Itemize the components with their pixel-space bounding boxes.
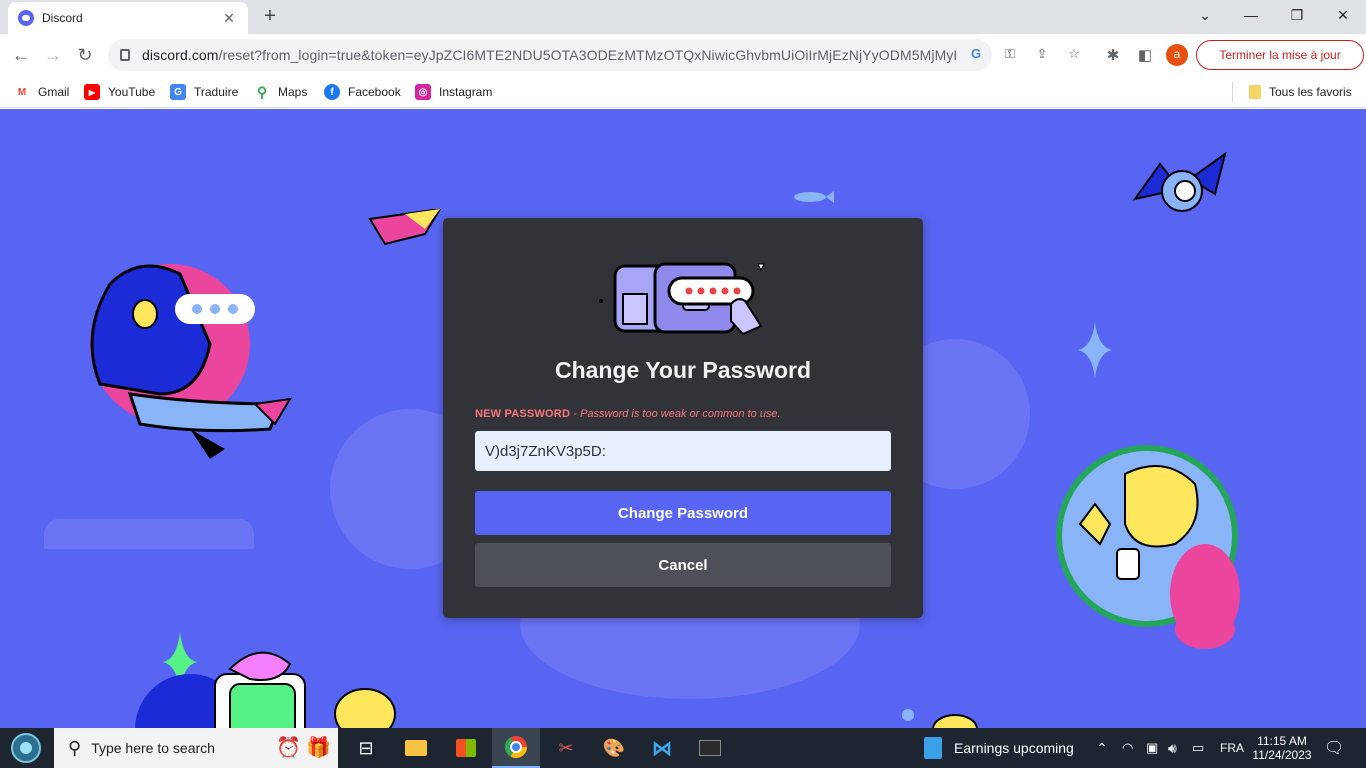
url-text[interactable]: discord.com/reset?from_login=true&token=… xyxy=(142,47,958,63)
bat-creature-illustration xyxy=(1132,151,1227,212)
lock-icon[interactable] xyxy=(120,49,130,61)
chrome-icon xyxy=(505,736,527,758)
chrome-taskbar-icon[interactable] xyxy=(492,728,540,768)
tab-discord[interactable]: Discord ✕ xyxy=(8,2,248,34)
volume-icon[interactable]: 🔊︎ xyxy=(1168,728,1177,768)
bottom-yellow-creature xyxy=(902,709,978,728)
browser-toolbar: ← → ↻ discord.com/reset?from_login=true&… xyxy=(0,34,1366,76)
microsoft-store-icon[interactable] xyxy=(442,728,490,768)
reload-icon[interactable]: ↻ xyxy=(72,42,98,68)
bookmark-gmail[interactable]: M Gmail xyxy=(14,82,69,102)
browser-chrome: Discord ✕ + ⌄ — ❐ ✕ ← → ↻ discord.com/re… xyxy=(0,0,1366,108)
profile-avatar[interactable]: a xyxy=(1166,44,1188,66)
new-tab-button[interactable]: + xyxy=(258,4,282,28)
vscode-icon[interactable]: ⋈ xyxy=(638,728,686,768)
bookmark-label: Tous les favoris xyxy=(1269,85,1352,99)
task-view-icon[interactable]: ⊟ xyxy=(342,728,390,768)
language-indicator[interactable]: FRA xyxy=(1220,728,1244,768)
minimize-button[interactable]: — xyxy=(1228,0,1274,32)
field-label-text: NEW PASSWORD xyxy=(475,408,571,420)
taskbar-search-box[interactable]: ⚲ Type here to search ⏰ 🎁 xyxy=(54,728,338,768)
tab-title: Discord xyxy=(42,11,83,25)
bookmark-label: Facebook xyxy=(348,85,401,99)
gift-icon: 🎁 xyxy=(306,737,331,759)
google-lens-icon[interactable]: G xyxy=(966,46,986,61)
notifications-icon[interactable]: 🗨︎ xyxy=(1324,728,1344,768)
stock-chart-icon xyxy=(924,737,942,759)
weather-text: Earnings upcoming xyxy=(954,740,1074,756)
tab-close-icon[interactable]: ✕ xyxy=(220,10,238,27)
new-password-input[interactable] xyxy=(475,431,891,471)
close-window-button[interactable]: ✕ xyxy=(1320,0,1366,32)
tab-search-icon[interactable]: ⌄ xyxy=(1182,0,1228,32)
folder-icon xyxy=(1249,85,1261,99)
bookmark-label: YouTube xyxy=(108,85,156,99)
windows-taskbar: ⚲ Type here to search ⏰ 🎁 ⊟ ✂ 🎨 ⋈ Earnin… xyxy=(0,728,1366,768)
all-bookmarks-folder[interactable]: Tous les favoris xyxy=(1232,82,1352,102)
update-browser-button[interactable]: Terminer la mise à jour xyxy=(1196,40,1364,70)
google-translate-icon: G xyxy=(170,84,186,100)
sparkle-icon xyxy=(1078,322,1112,378)
share-icon[interactable]: ⇪ xyxy=(1032,46,1052,62)
bookmark-label: Traduire xyxy=(194,85,239,99)
discord-favicon-icon xyxy=(18,10,34,26)
search-placeholder: Type here to search xyxy=(91,740,215,756)
back-icon[interactable]: ← xyxy=(8,42,34,68)
bookmark-label: Maps xyxy=(278,85,308,99)
tab-strip: Discord ✕ + ⌄ — ❐ ✕ xyxy=(0,0,1366,34)
alarm-clock-icon: ⏰ xyxy=(276,737,301,759)
bookmark-youtube[interactable]: ▶ YouTube xyxy=(84,82,155,102)
snipping-tool-icon[interactable]: ✂ xyxy=(542,728,590,768)
bookmark-label: Gmail xyxy=(38,85,70,99)
meet-icon[interactable]: ▣ xyxy=(1146,728,1158,768)
clock-time: 11:15 AM xyxy=(1257,734,1307,748)
change-password-button[interactable]: Change Password xyxy=(475,491,891,535)
modal-title: Change Your Password xyxy=(554,357,812,383)
maps-pin-icon: ⚲ xyxy=(254,84,270,100)
fish-illustration xyxy=(794,191,834,203)
key-icon[interactable]: ⚿ xyxy=(1000,46,1020,62)
bookmark-label: Instagram xyxy=(439,85,493,99)
bookmark-star-icon[interactable]: ☆ xyxy=(1064,46,1084,62)
background-cloud xyxy=(44,519,254,549)
restore-button[interactable]: ❐ xyxy=(1274,0,1320,32)
wifi-icon[interactable]: ◠ xyxy=(1122,728,1133,768)
start-orb-icon xyxy=(11,733,41,763)
yellow-character-illustration xyxy=(1056,445,1240,649)
facebook-icon: f xyxy=(324,84,340,100)
gmail-icon: M xyxy=(14,84,30,100)
paint-icon[interactable]: 🎨 xyxy=(590,728,638,768)
instagram-icon: ◎ xyxy=(415,84,431,100)
bookmarks-bar: M Gmail ▶ YouTube G Traduire ⚲ Maps f Fa… xyxy=(0,76,1366,108)
weather-widget[interactable]: Earnings upcoming xyxy=(924,728,1074,768)
address-bar[interactable]: discord.com/reset?from_login=true&token=… xyxy=(108,39,992,71)
bottom-characters-illustration xyxy=(135,651,396,728)
flying-book-illustration xyxy=(368,209,442,246)
password-chest-illustration xyxy=(599,262,765,336)
cancel-button[interactable]: Cancel xyxy=(475,543,891,587)
extensions-icon[interactable]: ✱ xyxy=(1102,46,1124,64)
bookmark-facebook[interactable]: f Facebook xyxy=(324,82,401,102)
forward-icon[interactable]: → xyxy=(40,42,66,68)
hooded-character-illustration xyxy=(90,264,292,459)
bookmark-traduire[interactable]: G Traduire xyxy=(170,82,238,102)
search-icon: ⚲ xyxy=(68,737,82,758)
password-error-text: - Password is too weak or common to use. xyxy=(573,408,781,420)
battery-icon[interactable]: ▭ xyxy=(1192,728,1204,768)
file-explorer-icon[interactable] xyxy=(392,728,440,768)
show-hidden-icons-icon[interactable]: ⌃ xyxy=(1096,728,1108,768)
clock[interactable]: 11:15 AM 11/24/2023 xyxy=(1250,728,1314,768)
terminal-icon[interactable] xyxy=(686,728,734,768)
youtube-icon: ▶ xyxy=(84,84,100,100)
bookmark-instagram[interactable]: ◎ Instagram xyxy=(415,82,492,102)
side-panel-icon[interactable]: ◧ xyxy=(1134,46,1156,64)
bookmark-maps[interactable]: ⚲ Maps xyxy=(254,82,307,102)
clock-date: 11/24/2023 xyxy=(1252,748,1312,762)
change-password-modal: Change Your Password NEW PASSWORD - Pass… xyxy=(443,218,923,618)
new-password-label: NEW PASSWORD - Password is too weak or c… xyxy=(475,408,781,420)
start-button[interactable] xyxy=(8,732,44,764)
